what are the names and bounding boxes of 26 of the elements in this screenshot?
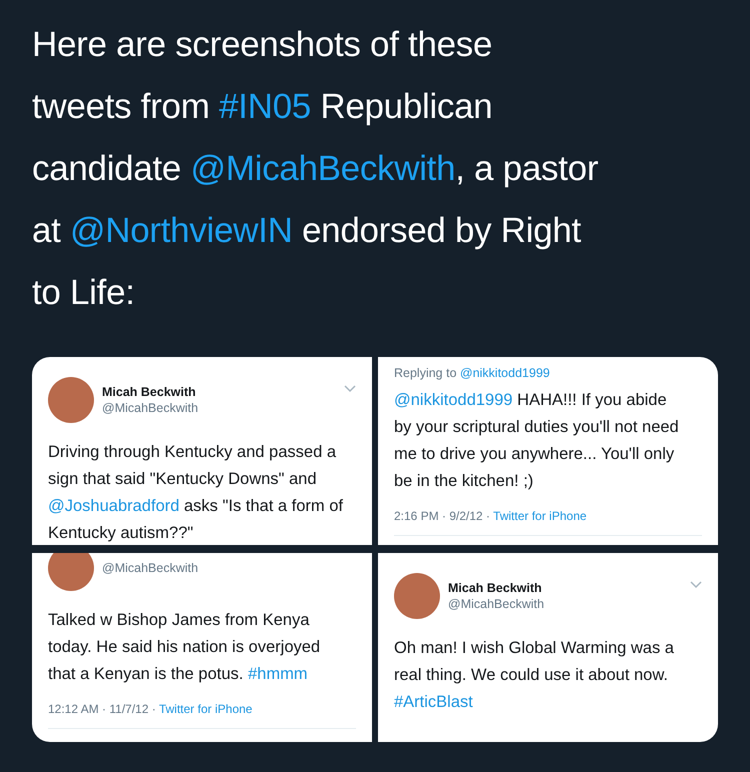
avatar[interactable] [48, 377, 94, 423]
tweet-timestamp: 2:16 PM · 9/2/12 · [394, 509, 492, 523]
author-handle: @MicahBeckwith [102, 400, 198, 416]
tweet-text: @nikkitodd1999 HAHA!!! If you abide by your scriptural duties you'll not need me to drive you anywhere... You'll only be in the kitchen! ;) [394, 390, 680, 492]
link[interactable]: @Joshuabradford [48, 497, 180, 515]
tweet-timestamp: 12:12 AM · 11/7/12 · [48, 702, 157, 716]
link[interactable]: @nikkitodd1999 [394, 391, 513, 409]
author-handle: @MicahBeckwith [102, 560, 198, 576]
link[interactable]: #hmmm [248, 665, 308, 683]
tweet-text: Driving through Kentucky and passed a sign that said "Kentucky Downs" and @Joshuabradford asks "Is that a form of Kentucky autism??" [48, 442, 344, 544]
tweet-text: Here are screenshots of these tweets from #IN05 Republican candidate @MicahBeckwith, a pastor at @NorthviewIN endorsed by Right to Life: [32, 24, 600, 314]
link[interactable]: @nikkitodd1999 [460, 366, 550, 380]
source-link[interactable]: Twitter for iPhone [158, 702, 252, 716]
link[interactable]: @NorthviewIN [70, 211, 293, 250]
avatar[interactable] [394, 573, 440, 619]
author-name: Micah Beckwith [102, 384, 197, 400]
link[interactable]: #IN05 [219, 87, 311, 126]
source-link[interactable]: Twitter for iPhone [493, 509, 587, 523]
tweet-text: Oh man! I wish Global Warming was a real thing. We could use it about now. #ArticBlast [394, 638, 675, 713]
link[interactable]: #ArticBlast [394, 693, 473, 711]
tweet-text: Talked w Bishop James from Kenya today. He said his nation is overjoyed that a Kenyan is the potus. #hmmm [48, 610, 322, 685]
link[interactable]: @MicahBeckwith [190, 149, 456, 188]
author-handle: @MicahBeckwith [448, 596, 544, 612]
author-name: Micah Beckwith [448, 580, 543, 596]
avatar[interactable] [48, 553, 94, 591]
replying-to-text: Replying to @nikkitodd1999 [394, 365, 551, 381]
